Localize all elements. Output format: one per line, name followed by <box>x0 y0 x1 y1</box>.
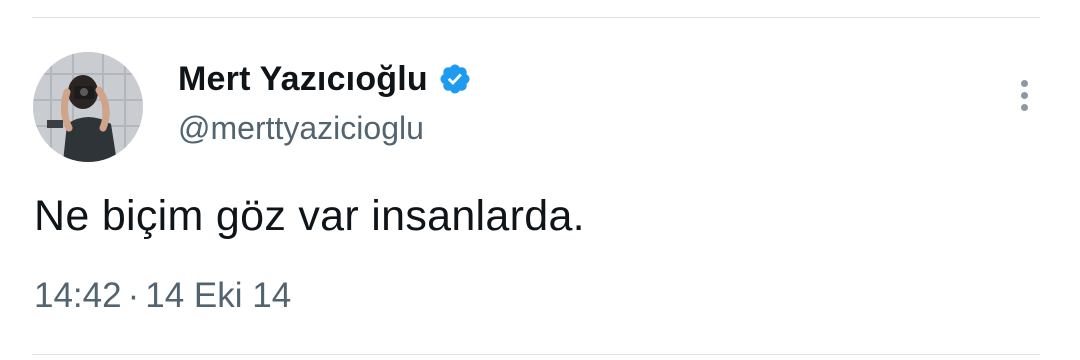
tweet-text: Ne biçim göz var insanlarda. <box>34 192 585 240</box>
tweet-date[interactable]: 14 Eki 14 <box>145 276 291 315</box>
author-display-name[interactable]: Mert Yazıcıoğlu <box>178 60 428 99</box>
avatar-photo <box>33 52 143 162</box>
more-options-icon[interactable] <box>1008 74 1042 118</box>
avatar[interactable] <box>33 52 143 162</box>
top-divider <box>32 17 1040 18</box>
verified-badge-icon <box>438 62 472 96</box>
tweet-timestamp: 14:42 · 14 Eki 14 <box>34 276 291 316</box>
tweet-time[interactable]: 14:42 <box>34 276 122 315</box>
meta-separator: · <box>127 276 140 315</box>
author-handle[interactable]: @merttyazicioglu <box>178 110 424 147</box>
author-name-row: Mert Yazıcıoğlu <box>178 56 472 102</box>
bottom-divider <box>32 354 1040 355</box>
